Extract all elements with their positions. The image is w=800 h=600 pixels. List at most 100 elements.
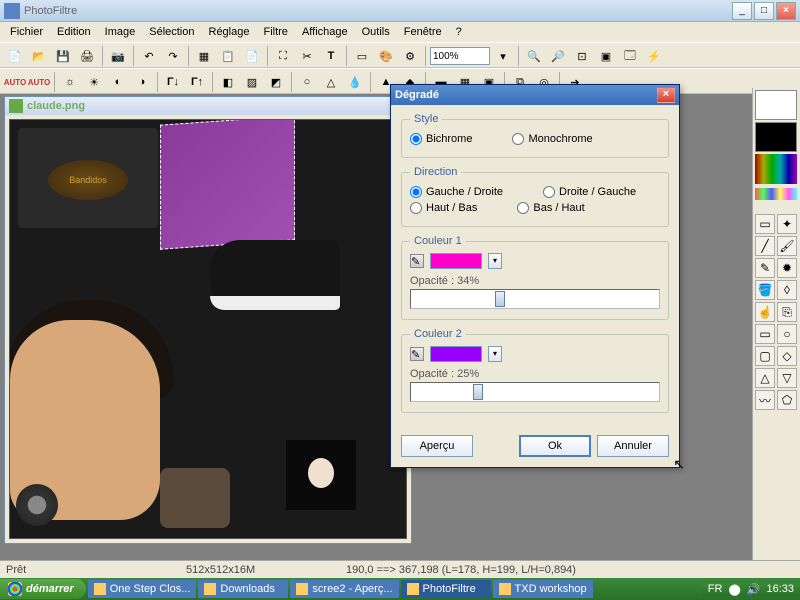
contrast-down-icon[interactable]: ◐ — [107, 71, 129, 93]
paste-icon[interactable]: 📄 — [241, 45, 263, 67]
zoom-combo[interactable] — [430, 47, 490, 65]
triangle2-shape-icon[interactable]: ▽ — [777, 368, 797, 388]
pencil-tool-icon[interactable]: ✎ — [755, 258, 775, 278]
zoomin-icon[interactable]: 🔍 — [523, 45, 545, 67]
explore-icon[interactable]: 🗔 — [619, 45, 641, 67]
zoomout-icon[interactable]: 🔎 — [547, 45, 569, 67]
gamma-down-icon[interactable]: Γ↓ — [162, 71, 184, 93]
sharpen-icon[interactable]: △ — [320, 71, 342, 93]
menu-fenetre[interactable]: Fenêtre — [398, 24, 448, 40]
rect-shape-icon[interactable]: ▭ — [755, 324, 775, 344]
dialog-close-button[interactable]: × — [657, 87, 675, 103]
brightness-up-icon[interactable]: ☀ — [83, 71, 105, 93]
selection-tool-icon[interactable]: ▭ — [755, 214, 775, 234]
tray-icon[interactable]: ⬤ — [728, 583, 740, 596]
text-icon[interactable]: T — [320, 45, 342, 67]
opacity2-slider[interactable] — [410, 382, 660, 402]
smudge-tool-icon[interactable]: ☝ — [755, 302, 775, 322]
menu-reglage[interactable]: Réglage — [203, 24, 256, 40]
radio-bottom-top[interactable]: Bas / Haut — [517, 202, 584, 214]
copy-icon[interactable]: 📋 — [217, 45, 239, 67]
save-icon[interactable]: 💾 — [52, 45, 74, 67]
resize-icon[interactable]: ⛶ — [272, 45, 294, 67]
menu-image[interactable]: Image — [99, 24, 142, 40]
background-color[interactable] — [755, 122, 797, 152]
system-tray[interactable]: FR ⬤ 🔊 16:33 — [702, 583, 800, 596]
cancel-button[interactable]: Annuler — [597, 435, 669, 457]
start-button[interactable]: démarrer — [0, 579, 86, 599]
tray-icon[interactable]: 🔊 — [747, 583, 761, 596]
open-icon[interactable]: 📂 — [28, 45, 50, 67]
preview-button[interactable]: Aperçu — [401, 435, 473, 457]
ellipse-shape-icon[interactable]: ○ — [777, 324, 797, 344]
task-item[interactable]: scree2 - Aperç... — [290, 580, 398, 598]
task-item[interactable]: TXD workshop — [493, 580, 593, 598]
autocorrect-icon[interactable]: AUTO — [4, 71, 26, 93]
lang-indicator[interactable]: FR — [708, 583, 723, 595]
document-titlebar[interactable]: claude.png — [5, 97, 411, 115]
wand-tool-icon[interactable]: ✦ — [777, 214, 797, 234]
radio-bichrome[interactable]: Bichrome — [410, 133, 472, 145]
dialog-titlebar[interactable]: Dégradé × — [391, 85, 679, 105]
roundrect-shape-icon[interactable]: ▢ — [755, 346, 775, 366]
task-item[interactable]: One Step Clos... — [88, 580, 197, 598]
menu-help[interactable]: ? — [450, 24, 468, 40]
triangle-shape-icon[interactable]: △ — [755, 368, 775, 388]
drop-icon[interactable]: 💧 — [344, 71, 366, 93]
eraser-tool-icon[interactable]: ◊ — [777, 280, 797, 300]
airbrush-tool-icon[interactable]: ✹ — [777, 258, 797, 278]
clock[interactable]: 16:33 — [766, 583, 794, 595]
color1-dropdown[interactable]: ▾ — [488, 253, 502, 269]
radio-top-bottom[interactable]: Haut / Bas — [410, 202, 477, 214]
prefs-icon[interactable]: ⚙ — [399, 45, 421, 67]
auto-icon[interactable]: ⚡ — [643, 45, 665, 67]
blur-icon[interactable]: ○ — [296, 71, 318, 93]
selection-marquee[interactable] — [160, 119, 295, 250]
color2-dropdown[interactable]: ▾ — [488, 346, 502, 362]
color-palette[interactable] — [755, 154, 797, 184]
color2-swatch[interactable] — [430, 346, 482, 362]
menu-outils[interactable]: Outils — [356, 24, 396, 40]
sepia-icon[interactable]: ▨ — [241, 71, 263, 93]
canvas[interactable]: Bandidos — [9, 119, 407, 539]
menu-filtre[interactable]: Filtre — [257, 24, 293, 40]
fill-tool-icon[interactable]: 🪣 — [755, 280, 775, 300]
rgb-icon[interactable]: ▦ — [193, 45, 215, 67]
foreground-color[interactable] — [755, 90, 797, 120]
radio-monochrome[interactable]: Monochrome — [512, 133, 592, 145]
task-item[interactable]: Downloads — [198, 580, 288, 598]
autolevel-icon[interactable]: AUTO — [28, 71, 50, 93]
layers-icon[interactable]: ▭ — [351, 45, 373, 67]
menu-edition[interactable]: Edition — [51, 24, 97, 40]
radio-right-left[interactable]: Droite / Gauche — [543, 186, 636, 198]
maximize-button[interactable]: □ — [754, 2, 774, 20]
task-item-active[interactable]: PhotoFiltre — [401, 580, 491, 598]
undo-icon[interactable]: ↶ — [138, 45, 160, 67]
line-tool-icon[interactable]: ╱ — [755, 236, 775, 256]
polygon-tool-icon[interactable]: ⬠ — [777, 390, 797, 410]
ok-button[interactable]: Ok — [519, 435, 591, 457]
brush-tool-icon[interactable]: 🖌 — [777, 236, 797, 256]
grayscale-icon[interactable]: ◧ — [217, 71, 239, 93]
zoomdrop-icon[interactable]: ▾ — [492, 45, 514, 67]
print-icon[interactable]: 🖨 — [76, 45, 98, 67]
contrast-up-icon[interactable]: ◑ — [131, 71, 153, 93]
eyedropper2-icon[interactable]: ✎ — [410, 347, 424, 361]
eyedropper1-icon[interactable]: ✎ — [410, 254, 424, 268]
invert-icon[interactable]: ◩ — [265, 71, 287, 93]
new-icon[interactable]: 📄 — [4, 45, 26, 67]
radio-left-right[interactable]: Gauche / Droite — [410, 186, 503, 198]
color1-swatch[interactable] — [430, 253, 482, 269]
crop-icon[interactable]: ✂ — [296, 45, 318, 67]
diamond-shape-icon[interactable]: ◇ — [777, 346, 797, 366]
color-palette-row[interactable] — [755, 188, 797, 200]
minimize-button[interactable]: _ — [732, 2, 752, 20]
fullscreen-icon[interactable]: ▣ — [595, 45, 617, 67]
fit-icon[interactable]: ⊡ — [571, 45, 593, 67]
redo-icon[interactable]: ↷ — [162, 45, 184, 67]
brightness-down-icon[interactable]: ☼ — [59, 71, 81, 93]
palette-icon[interactable]: 🎨 — [375, 45, 397, 67]
menu-selection[interactable]: Sélection — [143, 24, 200, 40]
close-button[interactable]: × — [776, 2, 796, 20]
clone-tool-icon[interactable]: ⎘ — [777, 302, 797, 322]
